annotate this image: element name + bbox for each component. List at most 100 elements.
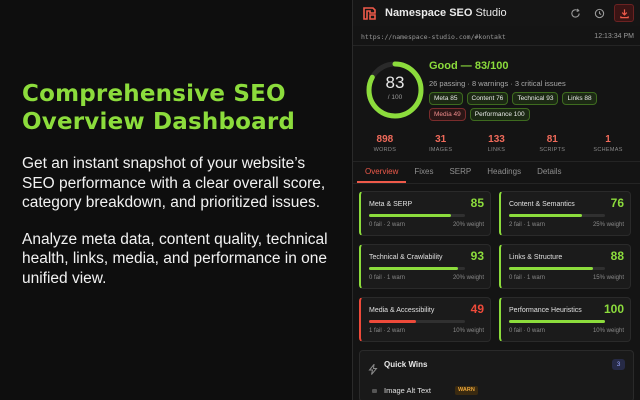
quick-wins-count: 3 [612,359,625,370]
category-chip[interactable]: Meta 85 [429,92,463,105]
card-score: 49 [470,302,484,316]
card-progress-fill [509,214,582,217]
quick-win-item[interactable]: Image Alt Text [384,386,431,395]
card-progress-bar [509,267,605,270]
stat-value: 1 [605,134,611,145]
extension-panel: Namespace SEO Studio https://namespace-st… [352,0,640,400]
card-progress-fill [369,267,459,270]
card-issue-count: 1 fail · 2 warn [369,328,406,334]
promo-title-line-1: Comprehensive SEO [22,81,286,107]
stat-value: 898 [376,134,394,145]
promo-title: Comprehensive SEO Overview Dashboard [22,80,340,136]
stat-item: 1 SCHEMAS [580,134,636,161]
warn-badge: WARN [455,386,478,395]
score-grade: Good — 83/100 [429,60,509,72]
card-progress-fill [509,320,605,323]
card-weight: 10% weight [452,328,484,334]
download-icon[interactable] [614,4,634,22]
tab-headings[interactable]: Headings [479,162,529,183]
card-name: Technical & Crawlability [369,254,443,261]
stat-label: IMAGES [429,147,453,153]
card-score: 88 [610,249,624,263]
card-progress-bar [509,214,605,217]
card-progress-bar [369,214,465,217]
score-summary: 83 / 100 Good — 83/100 26 passing · 8 wa… [353,46,640,132]
quick-wins-title: Quick Wins [384,360,428,369]
quick-wins-panel[interactable]: Quick Wins 3 Image Alt Text WARN [359,350,634,400]
card-name: Meta & SERP [369,201,413,208]
refresh-icon[interactable] [566,4,584,22]
stat-value: 81 [546,134,558,145]
card-weight: 15% weight [592,275,624,281]
tab-details[interactable]: Details [529,162,569,183]
card-name: Performance Heuristics [509,307,582,314]
category-card[interactable]: Links & Structure 88 0 fail · 1 warn 15% we… [499,244,631,289]
category-chips: Meta 85 Content 76 Technical 93 Links 88 Med… [429,92,637,121]
stat-label: LINKS [487,147,506,153]
issue-summary: 26 passing · 8 warnings · 3 critical iss… [429,79,566,88]
screen: Comprehensive SEO Overview Dashboard Get… [0,0,640,400]
promo-paragraph-2: Analyze meta data, content quality, tech… [22,230,328,287]
card-score: 76 [610,196,624,210]
card-weight: 25% weight [592,222,624,228]
category-card[interactable]: Content & Semantics 76 2 fail · 1 warn 25% … [499,191,631,236]
app-title-light: Studio [475,7,507,19]
stat-label: SCRIPTS [539,147,566,153]
tab-serp[interactable]: SERP [441,162,479,183]
card-weight: 20% weight [452,222,484,228]
stat-label: WORDS [373,147,397,153]
promo-title-line-2: Overview Dashboard [22,109,296,135]
category-chip[interactable]: Links 88 [562,92,597,105]
category-card[interactable]: Performance Heuristics 100 0 fail · 0 warn… [499,297,631,342]
card-name: Content & Semantics [509,201,575,208]
tab-bar: Overview Fixes SERP Headings Details [353,162,640,184]
card-issue-count: 0 fail · 2 warn [369,222,406,228]
overall-score-value: 83 [385,73,405,92]
page-stats: 898 WORDS 31 IMAGES 133 LINKS 81 SCRIPTS 1 SCHEMA… [353,134,640,162]
promo-paragraph-1: Get an instant snapshot of your website’… [22,155,326,211]
category-chip[interactable]: Performance 100 [469,108,530,121]
card-progress-bar [369,320,465,323]
card-score: 85 [470,196,484,210]
tab-overview[interactable]: Overview [357,162,407,183]
card-issue-count: 0 fail · 0 warn [509,328,546,334]
card-name: Media & Accessibility [369,307,435,314]
card-issue-count: 0 fail · 1 warn [369,275,406,281]
logo-icon [361,5,377,21]
lightning-icon [368,360,378,379]
category-card[interactable]: Technical & Crawlability 93 0 fail · 1 war… [359,244,491,289]
category-chip[interactable]: Technical 93 [512,92,559,105]
tab-fixes[interactable]: Fixes [406,162,441,183]
card-weight: 20% weight [452,275,484,281]
issue-icon [372,389,377,393]
stat-item: 898 WORDS [357,134,413,161]
app-title-bold: Namespace SEO [385,7,473,19]
category-cards: Meta & SERP 85 0 fail · 2 warn 20% weight Co… [353,184,640,342]
category-chip[interactable]: Media 49 [429,108,466,121]
header-bar: Namespace SEO Studio [353,0,640,26]
category-card[interactable]: Media & Accessibility 49 1 fail · 2 warn 10… [359,297,491,342]
promo-section: Comprehensive SEO Overview Dashboard Get… [22,80,340,288]
stat-item: 81 SCRIPTS [524,134,580,161]
card-score: 100 [603,302,624,316]
stat-value: 133 [488,134,505,145]
card-progress-bar [509,320,605,323]
url-bar: https://namespace-studio.com/#kontakt 12… [353,28,640,46]
scan-time: 12:13:34 PM [594,33,634,40]
app-title: Namespace SEO Studio [385,7,507,19]
card-progress-fill [369,320,417,323]
category-chip[interactable]: Content 76 [466,92,509,105]
card-progress-fill [369,214,451,217]
card-progress-bar [369,267,465,270]
card-score: 93 [470,249,484,263]
card-issue-count: 0 fail · 1 warn [509,275,546,281]
stat-item: 133 LINKS [469,134,525,161]
category-card[interactable]: Meta & SERP 85 0 fail · 2 warn 20% weight [359,191,491,236]
history-icon[interactable] [590,4,608,22]
overall-score-max: / 100 [387,94,403,101]
card-issue-count: 2 fail · 1 warn [509,222,546,228]
card-progress-fill [509,267,594,270]
stat-value: 31 [435,134,447,145]
stat-item: 31 IMAGES [413,134,469,161]
current-url: https://namespace-studio.com/#kontakt [361,32,506,41]
